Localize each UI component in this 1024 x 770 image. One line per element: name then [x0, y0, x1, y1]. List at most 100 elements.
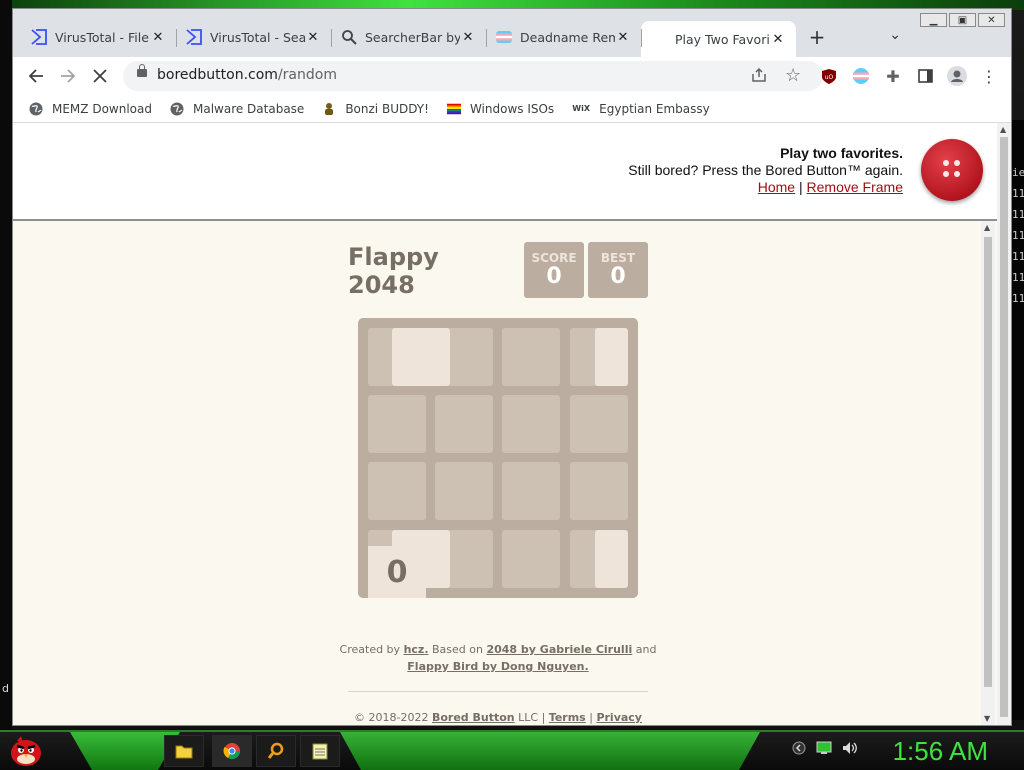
chrome-icon	[223, 743, 241, 760]
game-board[interactable]: 0	[358, 318, 638, 598]
pipe-top-right	[595, 328, 628, 386]
right-strip-text: 11	[1012, 229, 1024, 242]
maximize-button[interactable]: ▣	[949, 13, 976, 27]
privacy-link[interactable]: Privacy	[596, 711, 642, 724]
bookmark-windows-isos[interactable]: Windows ISOs	[446, 101, 555, 116]
divider	[348, 691, 648, 692]
score-label: SCORE	[531, 251, 577, 265]
bird-tile: 0	[368, 546, 426, 598]
close-tab-icon[interactable]: ✕	[460, 30, 476, 45]
taskbar-clock[interactable]: 1:56 AM	[893, 732, 988, 770]
tab-searcherbar[interactable]: SearcherBar by iE ✕	[331, 21, 486, 53]
bookmark-memz-download[interactable]: MEMZ Download	[29, 102, 152, 116]
folder-icon	[175, 745, 193, 759]
address-bar[interactable]: boredbutton.com/random ☆	[123, 61, 823, 91]
side-panel-icon[interactable]	[915, 66, 935, 86]
tab-virustotal-file[interactable]: VirusTotal - File - ✕	[21, 21, 176, 53]
page-scrollbar[interactable]: ▲	[997, 123, 1011, 725]
bored-button[interactable]	[921, 139, 983, 201]
iframe-scrollbar[interactable]: ▲ ▼	[981, 221, 995, 725]
bonzi-icon	[322, 102, 336, 116]
close-tab-icon[interactable]: ✕	[150, 30, 166, 45]
scroll-up-arrow-icon[interactable]: ▲	[1000, 125, 1006, 134]
page-content: Play two favorites. Still bored? Press t…	[13, 123, 1011, 725]
taskbar-accent	[340, 732, 760, 770]
back-button[interactable]	[23, 63, 49, 89]
lock-icon[interactable]	[137, 64, 147, 77]
bookmark-star-icon[interactable]: ☆	[785, 65, 801, 86]
tab-title: VirusTotal - File -	[55, 29, 150, 45]
source-2048-link[interactable]: 2048 by Gabriele Cirulli	[486, 643, 632, 656]
scroll-down-arrow-icon[interactable]: ▼	[984, 714, 990, 723]
terms-link[interactable]: Terms	[549, 711, 586, 724]
tab-search-chevron-icon[interactable]: ⌄	[889, 27, 901, 43]
new-tab-button[interactable]: +	[802, 22, 832, 52]
grid-cell	[368, 395, 426, 453]
start-button[interactable]	[6, 734, 46, 768]
author-link[interactable]: hcz.	[404, 643, 429, 656]
taskbar-chrome-button[interactable]	[212, 735, 252, 767]
tab-deadname-remover[interactable]: Deadname Remo ✕	[486, 21, 641, 53]
pipe-bottom-right	[595, 530, 628, 588]
right-strip-text: 11	[1012, 250, 1024, 263]
bookmark-malware-database[interactable]: Malware Database	[170, 102, 304, 116]
bored-header-text: Play two favorites. Still bored? Press t…	[628, 145, 903, 196]
footer-copyright: © 2018-2022	[354, 711, 429, 724]
best-box: BEST 0	[588, 242, 648, 298]
volume-icon[interactable]	[842, 741, 858, 759]
forward-button[interactable]	[55, 63, 81, 89]
tab-virustotal-search[interactable]: VirusTotal - Search ✕	[176, 21, 331, 53]
scroll-thumb[interactable]	[984, 237, 992, 687]
company-link[interactable]: Bored Button	[432, 711, 515, 724]
bookmark-bonzi-buddy[interactable]: Bonzi BUDDY!	[322, 102, 429, 116]
link-separator: |	[799, 179, 803, 195]
menu-dots-icon[interactable]: ⋮	[979, 66, 999, 86]
taskbar: 1:56 AM	[0, 730, 1024, 770]
ublock-icon[interactable]: uO	[819, 66, 839, 86]
close-tab-icon[interactable]: ✕	[615, 30, 631, 45]
url-path: /random	[277, 67, 337, 83]
remove-frame-link[interactable]: Remove Frame	[807, 179, 903, 195]
magnifier-icon	[341, 29, 357, 45]
tab-title: VirusTotal - Search	[210, 29, 305, 45]
taskbar-search-button[interactable]	[256, 735, 296, 767]
profile-avatar-icon[interactable]	[947, 66, 967, 86]
network-icon[interactable]	[816, 741, 832, 759]
taskbar-notepad-button[interactable]	[300, 735, 340, 767]
source-flappy-link[interactable]: Flappy Bird by Dong Nguyen.	[407, 660, 588, 673]
tab-play-two-favorites[interactable]: Play Two Favorite ✕	[641, 21, 796, 57]
grid-cell	[368, 462, 426, 520]
scroll-thumb[interactable]	[1000, 137, 1008, 717]
trans-flag-extension-icon[interactable]	[851, 66, 871, 86]
taskbar-explorer-button[interactable]	[164, 735, 204, 767]
credits: Created by hcz. Based on 2048 by Gabriel…	[333, 641, 663, 675]
bookmark-label: Malware Database	[192, 101, 305, 116]
tab-title: Play Two Favorite	[675, 31, 770, 47]
close-tab-icon[interactable]: ✕	[770, 32, 786, 47]
stop-loading-button[interactable]	[87, 63, 113, 89]
url-text[interactable]: boredbutton.com/random	[157, 67, 337, 83]
show-hidden-icons-icon[interactable]	[792, 741, 806, 759]
bookmark-egyptian-embassy[interactable]: WiX Egyptian Embassy	[572, 102, 709, 116]
minimize-button[interactable]: ▁	[920, 13, 947, 27]
subline: Still bored? Press the Bored Button™ aga…	[628, 162, 903, 178]
close-tab-icon[interactable]: ✕	[305, 30, 321, 45]
grid-cell	[502, 530, 560, 588]
title-line-2: 2048	[348, 271, 415, 299]
grid-cell	[435, 395, 493, 453]
url-host: boredbutton.com	[157, 67, 278, 83]
grid-cell	[570, 395, 628, 453]
right-strip-text: 11	[1012, 208, 1024, 221]
extensions-puzzle-icon[interactable]: ✚	[883, 66, 903, 86]
close-window-button[interactable]: ✕	[978, 13, 1005, 27]
share-icon[interactable]	[751, 67, 767, 87]
right-strip-text: 11	[1012, 292, 1024, 305]
right-strip-text: ie	[1012, 166, 1024, 179]
scroll-up-arrow-icon[interactable]: ▲	[984, 223, 990, 232]
home-link[interactable]: Home	[758, 179, 795, 195]
footer-llc: LLC |	[518, 711, 546, 724]
bookmark-label: Windows ISOs	[469, 101, 555, 116]
best-label: BEST	[600, 251, 636, 265]
grid-cell	[502, 462, 560, 520]
loading-icon	[651, 31, 667, 47]
